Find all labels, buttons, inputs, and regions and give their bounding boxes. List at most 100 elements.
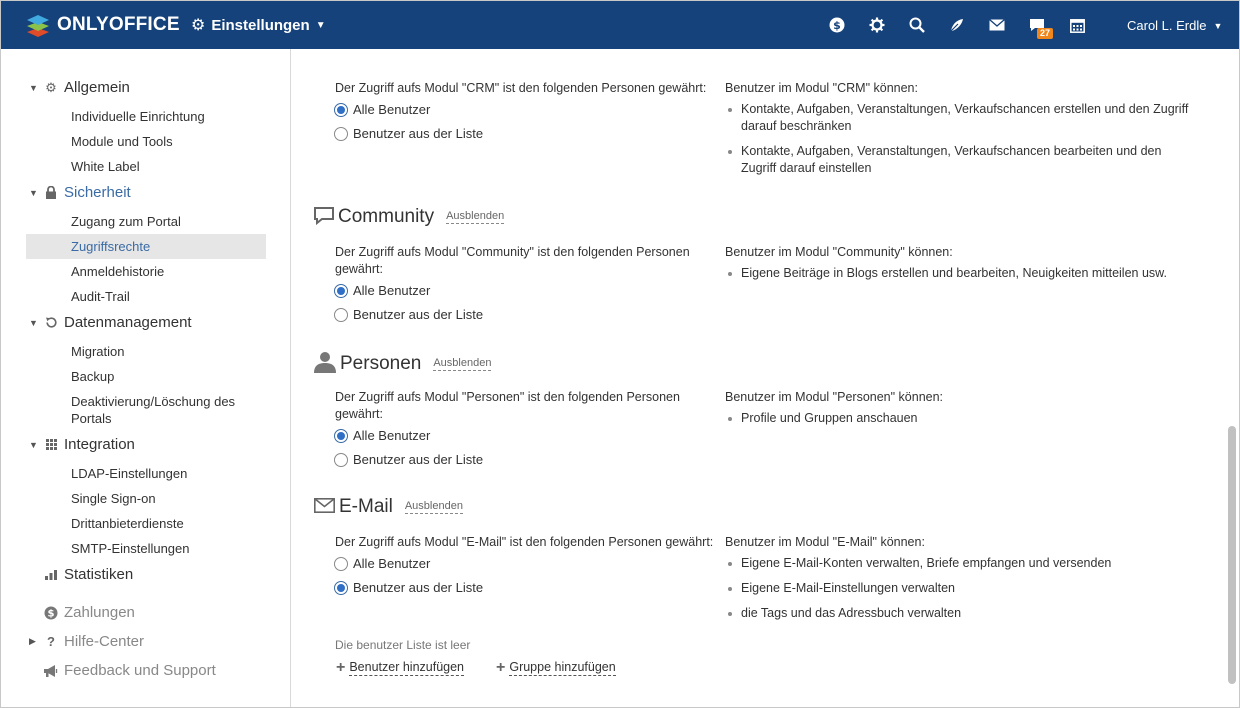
restore-icon: [41, 316, 61, 329]
add-user-button[interactable]: + Benutzer hinzufügen: [336, 659, 465, 676]
people-right-item: Profile und Gruppen anschauen: [727, 410, 1197, 427]
gear-icon: ⚙: [45, 79, 57, 95]
sidebar-section-label: Integration: [64, 436, 135, 453]
hide-module-link[interactable]: Ausblenden: [433, 357, 492, 371]
sidebar-item-deactivation[interactable]: Deaktivierung/Löschung des Portals: [71, 393, 261, 427]
sidebar-item-login-history[interactable]: Anmeldehistorie: [71, 263, 261, 280]
sidebar-item-customization[interactable]: Individuelle Einrichtung: [71, 108, 261, 125]
radio-checked[interactable]: [334, 283, 348, 298]
collapse-arrow-icon: ▼: [29, 439, 38, 450]
radio-checked[interactable]: [334, 102, 348, 117]
community-right-item: Eigene Beiträge in Blogs erstellen und b…: [727, 265, 1197, 282]
sidebar-section-security[interactable]: ▼ Sicherheit: [29, 184, 131, 201]
sidebar-section-label: Statistiken: [64, 566, 134, 583]
logo-text: ONLYOFFICE: [57, 14, 180, 35]
module-switcher[interactable]: ⚙ Einstellungen ▼: [191, 15, 326, 35]
community-radio-user-list[interactable]: Benutzer aus der Liste: [334, 307, 483, 322]
notification-badge: 27: [1037, 28, 1054, 39]
community-module-header: Community Ausblenden: [314, 206, 505, 228]
stats-icon: [41, 569, 61, 580]
sidebar-item-modules-tools[interactable]: Module und Tools: [71, 133, 261, 150]
sidebar-item-migration[interactable]: Migration: [71, 343, 261, 360]
module-title: Personen: [340, 352, 422, 374]
radio-unchecked[interactable]: [334, 452, 348, 467]
radio-checked[interactable]: [334, 580, 348, 595]
dollar-icon: $: [41, 606, 61, 620]
mail-rights-title: Benutzer im Modul "E-Mail" können:: [725, 535, 925, 549]
people-radio-all-users[interactable]: Alle Benutzer: [334, 428, 430, 443]
community-radio-all-users[interactable]: Alle Benutzer: [334, 283, 430, 298]
crm-rights-title: Benutzer im Modul "CRM" können:: [725, 81, 918, 95]
sidebar-section-general[interactable]: ▼ ⚙ Allgemein: [29, 79, 130, 96]
sidebar-item-access-rights[interactable]: Zugriffsrechte: [71, 238, 261, 255]
logo-icon: [25, 12, 51, 38]
sidebar-section-statistics[interactable]: Statistiken: [29, 566, 133, 583]
search-icon[interactable]: [906, 14, 928, 36]
sidebar-section-integration[interactable]: ▼ Integration: [29, 436, 135, 453]
chat-icon[interactable]: 27: [1026, 14, 1054, 39]
community-rights-title: Benutzer im Modul "Community" können:: [725, 245, 953, 259]
people-module-header: Personen Ausblenden: [314, 351, 492, 376]
module-name: Einstellungen: [211, 16, 310, 34]
person-icon: [314, 351, 336, 376]
sidebar-section-label: Datenmanagement: [64, 314, 192, 331]
crm-radio-user-list[interactable]: Benutzer aus der Liste: [334, 126, 483, 141]
onlyoffice-logo[interactable]: ONLYOFFICE: [25, 12, 180, 38]
radio-unchecked[interactable]: [334, 556, 348, 571]
sidebar-section-payments[interactable]: $ Zahlungen: [29, 604, 135, 621]
gear-icon: ⚙: [191, 17, 206, 34]
people-radio-user-list[interactable]: Benutzer aus der Liste: [334, 452, 483, 467]
lock-icon: [41, 186, 61, 199]
mail-radio-user-list[interactable]: Benutzer aus der Liste: [334, 580, 483, 595]
crm-access-text: Der Zugriff aufs Modul "CRM" ist den fol…: [335, 81, 707, 95]
radio-checked[interactable]: [334, 428, 348, 443]
collapse-arrow-icon: ▼: [29, 317, 38, 328]
radio-unchecked[interactable]: [334, 307, 348, 322]
top-bar: ONLYOFFICE ⚙ Einstellungen ▼ $ 27 Carol …: [1, 1, 1239, 49]
sidebar-item-sso[interactable]: Single Sign-on: [71, 490, 261, 507]
sidebar-section-data-management[interactable]: ▼ Datenmanagement: [29, 314, 192, 331]
mail-icon[interactable]: [986, 14, 1008, 36]
megaphone-icon: [41, 664, 61, 677]
radio-unchecked[interactable]: [334, 126, 348, 141]
add-group-button[interactable]: + Gruppe hinzufügen: [496, 660, 616, 676]
sidebar-item-ldap[interactable]: LDAP-Einstellungen: [71, 465, 261, 482]
user-menu[interactable]: Carol L. Erdle ▼: [1127, 18, 1222, 33]
calendar-icon[interactable]: [1066, 14, 1088, 36]
people-rights-title: Benutzer im Modul "Personen" können:: [725, 390, 944, 404]
plus-icon: +: [336, 659, 346, 676]
crm-right-item: Kontakte, Aufgaben, Veranstaltungen, Ver…: [727, 143, 1197, 177]
community-access-text: Der Zugriff aufs Modul "Community" ist d…: [335, 245, 690, 276]
sidebar-section-label: Feedback und Support: [64, 662, 216, 679]
chevron-down-icon: ▼: [315, 19, 326, 31]
scrollbar-thumb[interactable]: [1228, 426, 1236, 684]
sidebar-item-smtp[interactable]: SMTP-Einstellungen: [71, 540, 261, 557]
sidebar-item-audit-trail[interactable]: Audit-Trail: [71, 288, 261, 305]
mail-radio-all-users[interactable]: Alle Benutzer: [334, 556, 430, 571]
grid-icon: [41, 439, 61, 450]
sidebar-section-label: Zahlungen: [64, 604, 135, 621]
hide-module-link[interactable]: Ausblenden: [446, 210, 505, 224]
collapse-arrow-icon: ▼: [29, 82, 38, 93]
mail-right-item: Eigene E-Mail-Einstellungen verwalten: [727, 580, 1197, 597]
crm-radio-all-users[interactable]: Alle Benutzer: [334, 102, 430, 117]
user-name: Carol L. Erdle: [1127, 18, 1207, 33]
sidebar-section-help-center[interactable]: ▶ ? Hilfe-Center: [29, 633, 144, 650]
hide-module-link[interactable]: Ausblenden: [404, 500, 463, 514]
module-title: E-Mail: [339, 496, 393, 517]
feed-icon[interactable]: [946, 14, 968, 36]
people-access-text: Der Zugriff aufs Modul "Personen" ist de…: [335, 390, 680, 421]
empty-user-list-note: Die benutzer Liste ist leer: [335, 638, 471, 652]
payments-icon[interactable]: $: [826, 14, 848, 36]
settings-icon[interactable]: [866, 14, 888, 36]
mail-right-item: die Tags und das Adressbuch verwalten: [727, 605, 1197, 622]
sidebar-section-feedback[interactable]: Feedback und Support: [29, 662, 216, 679]
sidebar-section-label: Allgemein: [64, 79, 130, 96]
sidebar-item-third-party[interactable]: Drittanbieterdienste: [71, 515, 261, 532]
mail-access-text: Der Zugriff aufs Modul "E-Mail" ist den …: [335, 535, 714, 549]
sidebar-item-white-label[interactable]: White Label: [71, 158, 261, 175]
sidebar-item-portal-access[interactable]: Zugang zum Portal: [71, 213, 261, 230]
sidebar-item-backup[interactable]: Backup: [71, 368, 261, 385]
expand-arrow-icon: ▶: [29, 636, 36, 646]
mail-right-item: Eigene E-Mail-Konten verwalten, Briefe e…: [727, 555, 1197, 572]
